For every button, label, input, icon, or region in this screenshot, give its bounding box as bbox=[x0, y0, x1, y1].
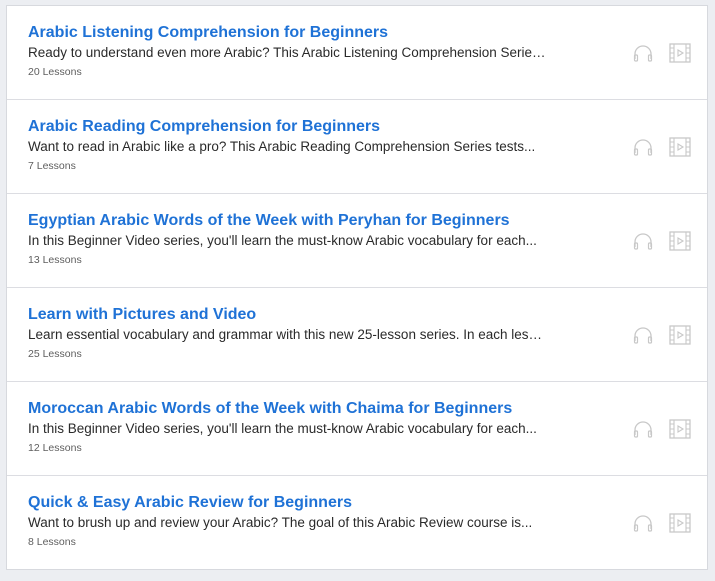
lesson-count: 7 Lessons bbox=[28, 160, 76, 172]
lesson-count: 12 Lessons bbox=[28, 442, 82, 454]
series-description: Want to brush up and review your Arabic?… bbox=[28, 515, 533, 530]
series-title[interactable]: Learn with Pictures and Video bbox=[28, 305, 256, 324]
lesson-count: 20 Lessons bbox=[28, 66, 82, 78]
lesson-count: 25 Lessons bbox=[28, 348, 82, 360]
series-row[interactable]: Arabic Reading Comprehension for Beginne… bbox=[7, 100, 707, 194]
series-description: Learn essential vocabulary and grammar w… bbox=[28, 327, 548, 342]
headphones-icon[interactable] bbox=[633, 232, 653, 250]
headphones-icon[interactable] bbox=[633, 138, 653, 156]
series-description: Want to read in Arabic like a pro? This … bbox=[28, 139, 536, 154]
headphones-icon[interactable] bbox=[633, 326, 653, 344]
video-icon[interactable] bbox=[669, 43, 691, 63]
video-icon[interactable] bbox=[669, 419, 691, 439]
series-row[interactable]: Arabic Listening Comprehension for Begin… bbox=[7, 6, 707, 100]
headphones-icon[interactable] bbox=[633, 420, 653, 438]
series-title[interactable]: Quick & Easy Arabic Review for Beginners bbox=[28, 493, 352, 512]
series-title[interactable]: Egyptian Arabic Words of the Week with P… bbox=[28, 211, 510, 230]
video-icon[interactable] bbox=[669, 513, 691, 533]
series-row[interactable]: Quick & Easy Arabic Review for Beginners… bbox=[7, 476, 707, 569]
series-row[interactable]: Moroccan Arabic Words of the Week with C… bbox=[7, 382, 707, 476]
series-title[interactable]: Arabic Listening Comprehension for Begin… bbox=[28, 23, 388, 42]
series-row[interactable]: Egyptian Arabic Words of the Week with P… bbox=[7, 194, 707, 288]
series-title[interactable]: Arabic Reading Comprehension for Beginne… bbox=[28, 117, 380, 136]
series-description: In this Beginner Video series, you'll le… bbox=[28, 233, 537, 248]
headphones-icon[interactable] bbox=[633, 44, 653, 62]
series-row[interactable]: Learn with Pictures and Video Learn esse… bbox=[7, 288, 707, 382]
headphones-icon[interactable] bbox=[633, 514, 653, 532]
lesson-count: 13 Lessons bbox=[28, 254, 82, 266]
video-icon[interactable] bbox=[669, 231, 691, 251]
series-title[interactable]: Moroccan Arabic Words of the Week with C… bbox=[28, 399, 512, 418]
series-list: Arabic Listening Comprehension for Begin… bbox=[6, 5, 708, 570]
series-description: Ready to understand even more Arabic? Th… bbox=[28, 45, 548, 60]
video-icon[interactable] bbox=[669, 137, 691, 157]
lesson-count: 8 Lessons bbox=[28, 536, 76, 548]
video-icon[interactable] bbox=[669, 325, 691, 345]
series-description: In this Beginner Video series, you'll le… bbox=[28, 421, 537, 436]
